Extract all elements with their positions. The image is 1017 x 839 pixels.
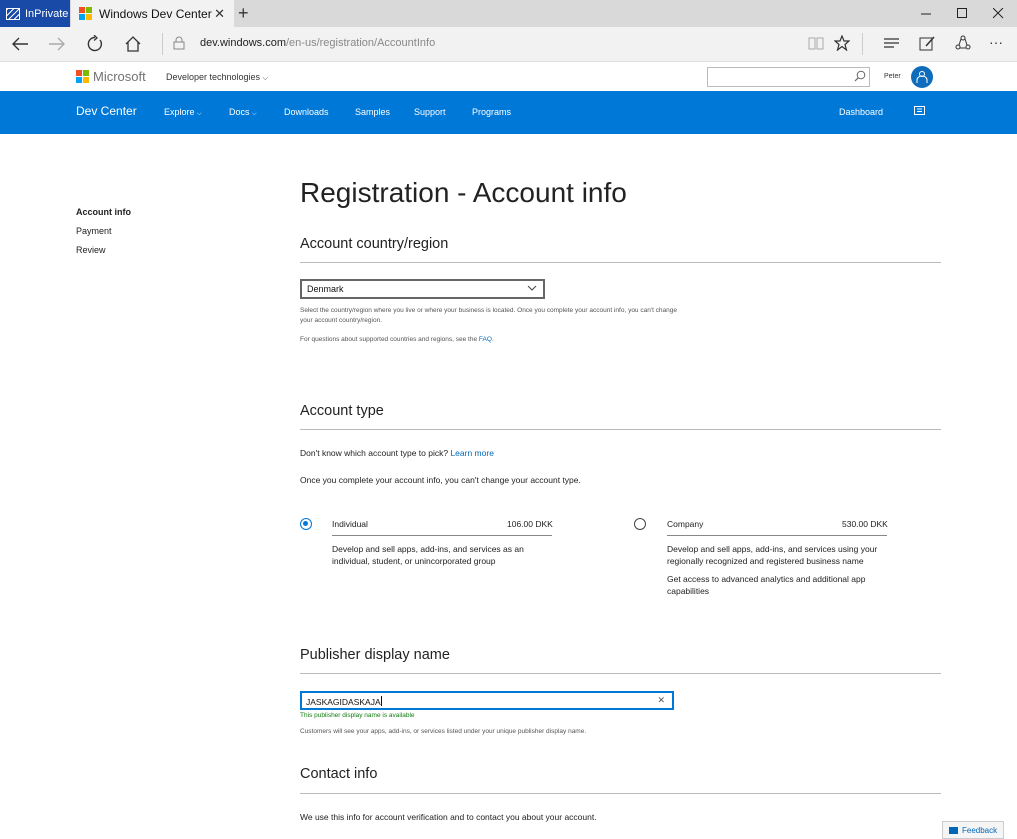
account-type-heading: Account type [300, 403, 384, 419]
microsoft-header: Microsoft Developer technologies ⌵ Peter [0, 62, 1017, 91]
feedback-button[interactable]: Feedback [942, 821, 1004, 839]
refresh-icon [87, 35, 103, 52]
more-options-icon[interactable]: ··· [989, 34, 1003, 50]
chevron-down-icon [527, 285, 537, 291]
reading-view-icon[interactable] [808, 36, 824, 51]
favorite-star-icon[interactable] [834, 35, 850, 51]
tab-title: Windows Dev Center [99, 6, 212, 21]
inprivate-icon [6, 7, 20, 20]
user-name[interactable]: Peter [884, 73, 901, 80]
inprivate-badge: InPrivate [0, 0, 70, 27]
avatar[interactable] [911, 66, 933, 88]
nav-docs[interactable]: Docs ⌵ [229, 107, 257, 118]
address-bar-row: dev.windows.com/en-us/registration/Accou… [0, 27, 1017, 62]
individual-label[interactable]: Individual [332, 519, 368, 529]
registration-steps: Account info Payment Review [76, 207, 131, 264]
back-button[interactable] [5, 31, 35, 57]
lock-icon [173, 36, 185, 50]
share-icon[interactable] [955, 35, 972, 52]
dev-center-nav: Dev Center Explore ⌵ Docs ⌵ Downloads Sa… [0, 91, 1017, 134]
account-type-question: Don't know which account type to pick? L… [300, 448, 494, 458]
nav-explore[interactable]: Explore ⌵ [164, 107, 202, 118]
microsoft-logo[interactable]: Microsoft [76, 69, 146, 84]
maximize-button[interactable] [944, 0, 980, 27]
browser-tab-bar: InPrivate Windows Dev Center ✕ + [0, 0, 1017, 27]
message-icon[interactable] [914, 106, 925, 117]
nav-downloads[interactable]: Downloads [284, 107, 329, 117]
country-select[interactable]: Denmark [300, 279, 545, 299]
contact-text: We use this info for account verificatio… [300, 812, 597, 822]
step-review[interactable]: Review [76, 245, 131, 264]
microsoft-logo-text: Microsoft [93, 69, 146, 84]
new-tab-button[interactable]: + [238, 3, 249, 24]
nav-support[interactable]: Support [414, 107, 446, 117]
divider [332, 535, 552, 536]
faq-link[interactable]: FAQ [479, 336, 492, 343]
contact-heading: Contact info [300, 766, 378, 782]
publisher-heading: Publisher display name [300, 647, 450, 663]
nav-dashboard[interactable]: Dashboard [839, 107, 883, 117]
back-arrow-icon [12, 37, 28, 51]
nav-programs[interactable]: Programs [472, 107, 511, 117]
user-avatar-icon [916, 71, 928, 83]
chevron-down-icon: ⌵ [197, 111, 202, 117]
inprivate-label: InPrivate [25, 7, 69, 20]
step-payment[interactable]: Payment [76, 226, 131, 245]
home-icon [125, 36, 141, 52]
company-price: 530.00 DKK [842, 519, 888, 529]
account-type-note: Once you complete your account info, you… [300, 475, 581, 485]
close-tab-icon[interactable]: ✕ [214, 6, 225, 22]
chevron-down-icon: ⌵ [252, 111, 257, 117]
country-heading: Account country/region [300, 236, 449, 252]
search-input[interactable] [707, 67, 870, 87]
publisher-help-text: Customers will see your apps, add-ins, o… [300, 728, 587, 735]
url-field[interactable]: dev.windows.com/en-us/registration/Accou… [200, 37, 435, 49]
faq-text: For questions about supported countries … [300, 336, 494, 343]
company-description: Develop and sell apps, add-ins, and serv… [667, 544, 878, 566]
forward-arrow-icon [49, 37, 65, 51]
divider [667, 535, 887, 536]
divider [300, 673, 941, 674]
dev-center-brand[interactable]: Dev Center [76, 104, 137, 118]
individual-price: 106.00 DKK [507, 519, 553, 529]
minimize-button[interactable] [908, 0, 944, 27]
forward-button[interactable] [42, 31, 72, 57]
browser-tab[interactable]: Windows Dev Center ✕ [71, 0, 234, 27]
learn-more-link[interactable]: Learn more [450, 448, 493, 458]
individual-description: Develop and sell apps, add-ins, and serv… [332, 544, 524, 566]
refresh-button[interactable] [80, 31, 110, 57]
country-help-text: Select the country/region where you live… [300, 307, 678, 324]
feedback-icon [949, 826, 958, 834]
search-icon[interactable] [854, 70, 866, 82]
availability-message: This publisher display name is available [300, 712, 415, 719]
divider [300, 262, 941, 263]
close-window-button[interactable] [980, 0, 1016, 27]
nav-samples[interactable]: Samples [355, 107, 390, 117]
page-title: Registration - Account info [300, 177, 627, 208]
web-note-icon[interactable] [919, 35, 936, 52]
chevron-down-icon: ⌵ [262, 75, 268, 82]
company-label[interactable]: Company [667, 519, 703, 529]
hub-icon[interactable] [884, 37, 900, 50]
company-extra-description: Get access to advanced analytics and add… [667, 574, 866, 596]
individual-radio[interactable] [300, 518, 312, 530]
company-radio[interactable] [634, 518, 646, 530]
microsoft-logo-icon [76, 70, 89, 83]
divider [300, 429, 941, 430]
clear-icon[interactable]: ✕ [657, 695, 665, 706]
step-account-info[interactable]: Account info [76, 207, 131, 226]
divider [300, 793, 941, 794]
windows-logo-icon [79, 7, 92, 20]
publisher-name-input[interactable]: JASKAGIDASKAJA ✕ [300, 691, 674, 710]
developer-technologies-menu[interactable]: Developer technologies ⌵ [166, 72, 268, 83]
home-button[interactable] [118, 31, 148, 57]
